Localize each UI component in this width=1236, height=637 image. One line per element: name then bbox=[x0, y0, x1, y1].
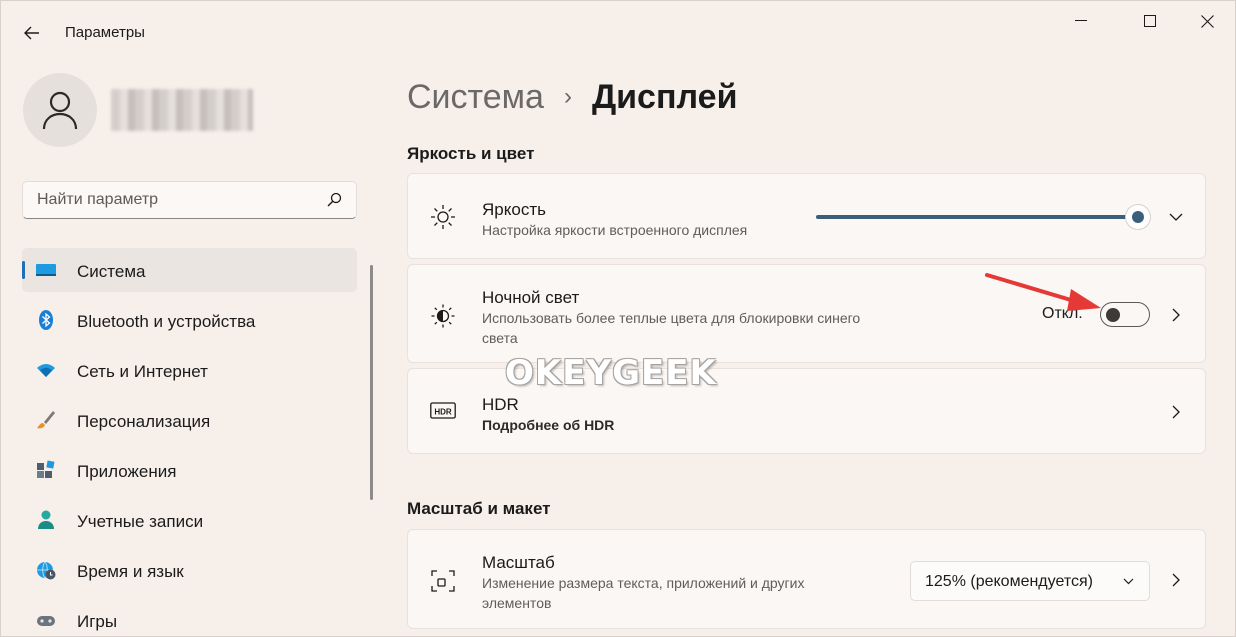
chevron-right-icon[interactable] bbox=[1168, 404, 1184, 420]
settings-window: Параметры Система bbox=[0, 0, 1236, 637]
apps-icon bbox=[37, 460, 55, 478]
search-input[interactable] bbox=[23, 182, 356, 218]
breadcrumb: Система › Дисплей bbox=[407, 75, 737, 119]
sidebar-item-label: Bluetooth и устройства bbox=[77, 312, 256, 331]
sidebar-item-personalization[interactable]: Персонализация bbox=[22, 398, 357, 442]
hdr-learn-more-link[interactable]: Подробнее об HDR bbox=[482, 415, 614, 435]
section-title-scale-layout: Масштаб и макет bbox=[407, 499, 551, 518]
sidebar-item-label: Приложения bbox=[77, 462, 177, 481]
chevron-right-icon[interactable] bbox=[1168, 307, 1184, 323]
close-icon bbox=[1200, 14, 1214, 28]
sidebar-item-label: Персонализация bbox=[77, 412, 211, 431]
sidebar-item-bluetooth[interactable]: Bluetooth и устройства bbox=[22, 298, 357, 342]
sidebar-item-system[interactable]: Система bbox=[22, 248, 357, 292]
globe-clock-icon bbox=[37, 561, 56, 580]
avatar[interactable] bbox=[23, 73, 97, 147]
sidebar-scrollbar[interactable] bbox=[370, 265, 373, 500]
sidebar-item-label: Система bbox=[77, 262, 146, 281]
search-icon[interactable] bbox=[327, 192, 342, 207]
brightness-slider-track[interactable] bbox=[816, 215, 1138, 219]
sun-icon bbox=[431, 205, 455, 229]
sidebar-item-accounts[interactable]: Учетные записи bbox=[22, 498, 357, 542]
page-title: Дисплей bbox=[591, 77, 738, 116]
gamepad-icon bbox=[37, 616, 55, 626]
app-title: Параметры bbox=[65, 24, 145, 41]
section-title-brightness-color: Яркость и цвет bbox=[407, 144, 535, 163]
close-button[interactable] bbox=[1184, 5, 1230, 37]
brightness-card[interactable]: Яркость Настройка яркости встроенного ди… bbox=[407, 173, 1206, 259]
sidebar-nav: Система Bluetooth и устройства Сеть и Ин… bbox=[22, 248, 357, 637]
brush-icon bbox=[37, 411, 55, 429]
bluetooth-icon bbox=[39, 310, 53, 330]
sidebar-item-time-language[interactable]: Время и язык bbox=[22, 548, 357, 592]
breadcrumb-separator: › bbox=[563, 83, 572, 110]
wifi-icon bbox=[37, 364, 55, 377]
scale-dropdown[interactable]: 125% (рекомендуется) bbox=[910, 561, 1150, 601]
chevron-right-icon[interactable] bbox=[1168, 572, 1184, 588]
brightness-title: Яркость bbox=[482, 200, 546, 219]
title-bar: Параметры bbox=[1, 1, 1235, 63]
user-icon bbox=[42, 91, 78, 130]
scale-card[interactable]: Масштаб Изменение размера текста, прилож… bbox=[407, 529, 1206, 629]
brightness-subtitle: Настройка яркости встроенного дисплея bbox=[482, 222, 748, 238]
sidebar-item-network[interactable]: Сеть и Интернет bbox=[22, 348, 357, 392]
minimize-button[interactable] bbox=[1058, 5, 1104, 37]
sidebar-item-gaming[interactable]: Игры bbox=[22, 598, 357, 637]
back-button[interactable] bbox=[15, 19, 49, 47]
brightness-slider-thumb[interactable] bbox=[1126, 205, 1150, 229]
user-name-blurred bbox=[111, 89, 253, 131]
red-arrow-annotation bbox=[985, 273, 1101, 311]
night-light-subtitle-line2: света bbox=[482, 330, 518, 346]
hdr-icon: HDR bbox=[430, 402, 456, 419]
night-light-toggle[interactable] bbox=[1100, 302, 1150, 327]
scale-title: Масштаб bbox=[482, 553, 555, 572]
night-light-subtitle-line1: Использовать более теплые цвета для блок… bbox=[482, 310, 861, 326]
sidebar-item-label: Сеть и Интернет bbox=[77, 362, 208, 381]
watermark: OKEYGEEK bbox=[505, 353, 717, 393]
scale-subtitle-line2: элементов bbox=[482, 595, 552, 611]
scale-icon bbox=[431, 570, 455, 592]
back-arrow-icon bbox=[24, 26, 39, 40]
sidebar-item-label: Время и язык bbox=[77, 562, 184, 581]
sidebar-item-label: Игры bbox=[77, 612, 118, 631]
breadcrumb-parent[interactable]: Система bbox=[407, 78, 544, 117]
chevron-down-icon bbox=[1123, 578, 1134, 585]
toggle-knob bbox=[1106, 307, 1120, 322]
scale-subtitle-line1: Изменение размера текста, приложений и д… bbox=[482, 575, 805, 591]
chevron-down-icon[interactable] bbox=[1168, 209, 1184, 225]
hdr-title: HDR bbox=[482, 395, 519, 414]
sidebar-item-label: Учетные записи bbox=[77, 512, 204, 531]
person-icon bbox=[38, 510, 54, 529]
night-light-icon bbox=[431, 304, 455, 328]
maximize-button[interactable] bbox=[1127, 5, 1173, 37]
scale-dropdown-value: 125% (рекомендуется) bbox=[925, 573, 1093, 590]
maximize-icon bbox=[1144, 15, 1156, 27]
minimize-icon bbox=[1075, 20, 1087, 21]
hdr-icon-text: HDR bbox=[434, 408, 452, 417]
search-box[interactable] bbox=[22, 181, 357, 219]
sidebar-item-apps[interactable]: Приложения bbox=[22, 448, 357, 492]
night-light-title: Ночной свет bbox=[482, 288, 580, 307]
display-icon bbox=[36, 264, 56, 276]
